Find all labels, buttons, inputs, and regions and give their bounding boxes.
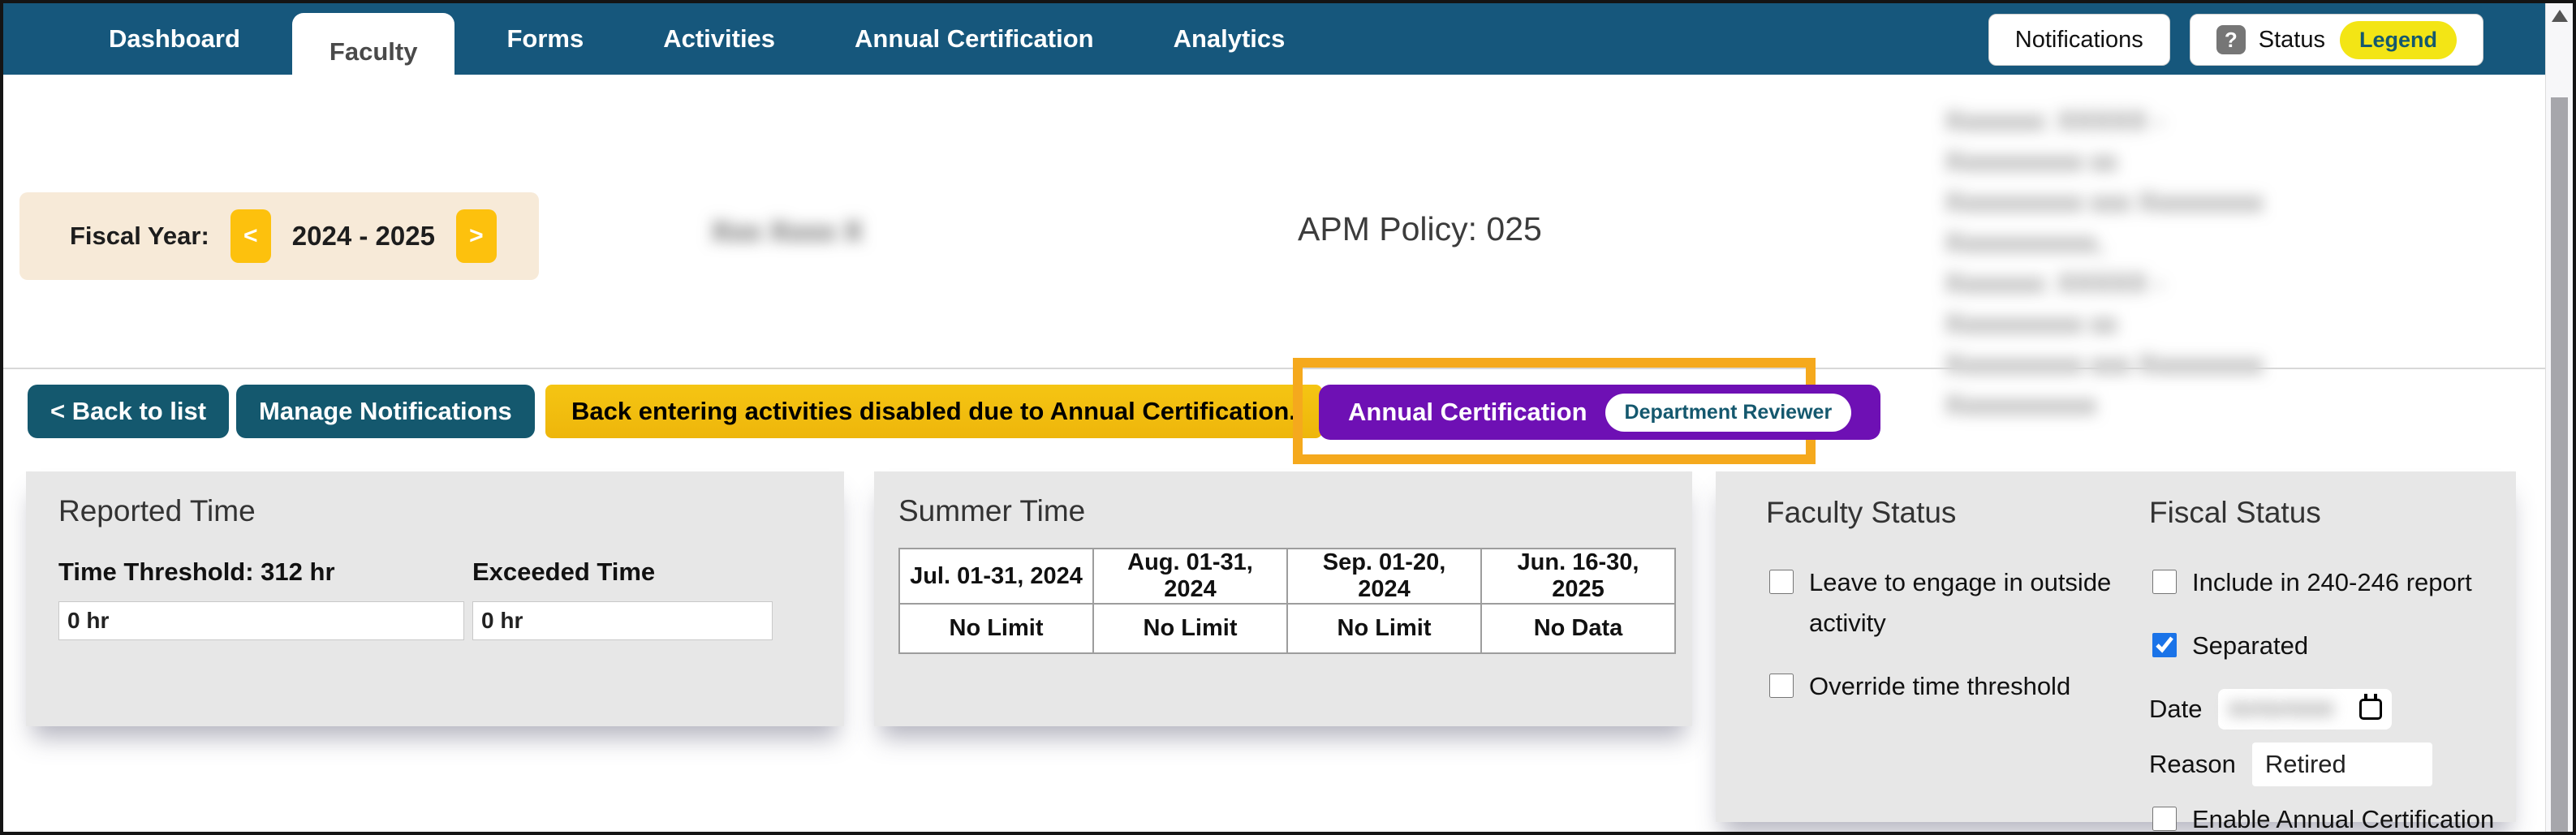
enable-annual-cert-label: Enable Annual Certification: [2192, 799, 2494, 835]
redacted-faculty-name: Xxx Xxxx X: [711, 216, 863, 248]
tab-annual-certification[interactable]: Annual Certification: [827, 24, 1122, 54]
redacted-line: Xxxxxxx: XXXXX - Xxxxxxxxxx xx: [1945, 101, 2294, 182]
include-report-row: Include in 240-246 report: [2149, 562, 2498, 603]
section-divider: [3, 368, 2545, 369]
chevron-right-icon[interactable]: >: [456, 209, 497, 263]
status-legend-button[interactable]: ? Status Legend: [2190, 14, 2483, 66]
help-icon: ?: [2216, 25, 2246, 54]
date-label: Date: [2149, 695, 2202, 724]
reason-label: Reason: [2149, 750, 2236, 779]
separation-reason-input[interactable]: [2252, 742, 2432, 786]
faculty-status-title: Faculty Status: [1766, 496, 2147, 530]
redacted-line: Xxxxxxxxxxx: [1945, 385, 2294, 425]
separated-checkbox[interactable]: [2152, 633, 2177, 657]
summer-time-panel: Summer Time Jul. 01-31, 2024 Aug. 01-31,…: [874, 471, 1692, 726]
tab-activities[interactable]: Activities: [635, 24, 803, 54]
separation-date-row: Date 00/00/0000: [2149, 689, 2498, 730]
fiscal-status-title: Fiscal Status: [2149, 496, 2498, 530]
fiscal-year-selector: Fiscal Year: < 2024 - 2025 >: [19, 192, 539, 280]
tab-forms[interactable]: Forms: [479, 24, 611, 54]
separation-date-input[interactable]: 00/00/0000: [2218, 689, 2392, 730]
enable-annual-cert-checkbox[interactable]: [2152, 807, 2177, 831]
nav-actions: Notifications ? Status Legend: [1988, 14, 2483, 66]
redacted-department-info: Xxxxxxx: XXXXX - Xxxxxxxxxx xx Xxxxxxxxx…: [1945, 101, 2294, 425]
redacted-date-value: 00/00/0000: [2228, 697, 2329, 722]
faculty-status-section: Faculty Status Leave to engage in outsid…: [1766, 496, 2147, 835]
redacted-line: Xxxxxxxxxxx,: [1945, 222, 2294, 263]
fiscal-status-section: Fiscal Status Include in 240-246 report …: [2149, 496, 2498, 835]
summer-column-header: Jun. 16-30, 2025: [1481, 549, 1675, 604]
summer-column-header: Aug. 01-31, 2024: [1093, 549, 1287, 604]
override-threshold-row: Override time threshold: [1766, 666, 2147, 707]
chevron-left-icon[interactable]: <: [230, 209, 271, 263]
summer-limit-cell: No Limit: [1287, 604, 1481, 653]
override-threshold-checkbox[interactable]: [1769, 674, 1794, 698]
scroll-up-arrow-icon[interactable]: [2552, 10, 2568, 22]
tab-faculty[interactable]: Faculty: [292, 13, 455, 91]
status-label: Status: [2259, 27, 2325, 54]
summer-column-header: Sep. 01-20, 2024: [1287, 549, 1481, 604]
exceeded-time-label: Exceeded Time: [472, 557, 655, 587]
annual-certification-button[interactable]: Annual Certification Department Reviewer: [1319, 385, 1880, 440]
include-report-label: Include in 240-246 report: [2192, 562, 2472, 603]
tab-dashboard[interactable]: Dashboard: [81, 24, 268, 54]
tab-analytics[interactable]: Analytics: [1146, 24, 1313, 54]
summer-limit-cell: No Data: [1481, 604, 1675, 653]
app-window: Dashboard Faculty Forms Activities Annua…: [0, 0, 2576, 835]
summer-limit-cell: No Limit: [1093, 604, 1287, 653]
leave-outside-activity-checkbox[interactable]: [1769, 570, 1794, 594]
back-entry-disabled-warning: Back entering activities disabled due to…: [545, 385, 1322, 438]
summer-time-table: Jul. 01-31, 2024 Aug. 01-31, 2024 Sep. 0…: [898, 548, 1676, 654]
fiscal-year-value: 2024 - 2025: [292, 221, 435, 252]
calendar-icon[interactable]: [2359, 699, 2382, 720]
leave-outside-activity-row: Leave to engage in outside activity: [1766, 562, 2147, 643]
annual-certification-label: Annual Certification: [1348, 398, 1587, 427]
redacted-line: Xxxxxxxxxx xxx Xxxxxxxxx: [1945, 344, 2294, 385]
separated-label: Separated: [2192, 626, 2308, 666]
notifications-button[interactable]: Notifications: [1988, 14, 2170, 66]
back-to-list-button[interactable]: < Back to list: [28, 385, 229, 438]
summer-column-header: Jul. 01-31, 2024: [899, 549, 1093, 604]
separation-reason-row: Reason: [2149, 742, 2498, 786]
status-panel: Faculty Status Leave to engage in outsid…: [1716, 471, 2516, 822]
time-threshold-label: Time Threshold: 312 hr: [58, 557, 472, 587]
redacted-line: Xxxxxxx: XXXXX - Xxxxxxxxxx xx: [1945, 263, 2294, 344]
legend-badge: Legend: [2340, 21, 2457, 59]
time-threshold-value-field[interactable]: 0 hr: [58, 601, 464, 640]
reported-time-title: Reported Time: [58, 494, 844, 528]
enable-annual-cert-row: Enable Annual Certification: [2149, 799, 2498, 835]
redacted-line: Xxxxxxxxxx xxx Xxxxxxxxx: [1945, 182, 2294, 222]
apm-policy-text: APM Policy: 025: [1298, 210, 1542, 248]
vertical-scrollbar[interactable]: [2545, 3, 2573, 832]
reported-time-panel: Reported Time Time Threshold: 312 hr Exc…: [26, 471, 844, 726]
department-reviewer-badge: Department Reviewer: [1605, 394, 1852, 432]
manage-notifications-button[interactable]: Manage Notifications: [236, 385, 535, 438]
summer-limit-cell: No Limit: [899, 604, 1093, 653]
scrollbar-thumb[interactable]: [2551, 97, 2568, 832]
fiscal-year-label: Fiscal Year:: [70, 222, 209, 251]
leave-outside-activity-label: Leave to engage in outside activity: [1809, 562, 2147, 643]
nav-tabs: Dashboard Faculty Forms Activities Annua…: [3, 3, 1337, 75]
separated-row: Separated: [2149, 626, 2498, 666]
override-threshold-label: Override time threshold: [1809, 666, 2070, 707]
top-navbar: Dashboard Faculty Forms Activities Annua…: [3, 3, 2545, 75]
include-report-checkbox[interactable]: [2152, 570, 2177, 594]
summer-time-title: Summer Time: [898, 494, 1692, 528]
exceeded-time-value-field[interactable]: 0 hr: [472, 601, 773, 640]
